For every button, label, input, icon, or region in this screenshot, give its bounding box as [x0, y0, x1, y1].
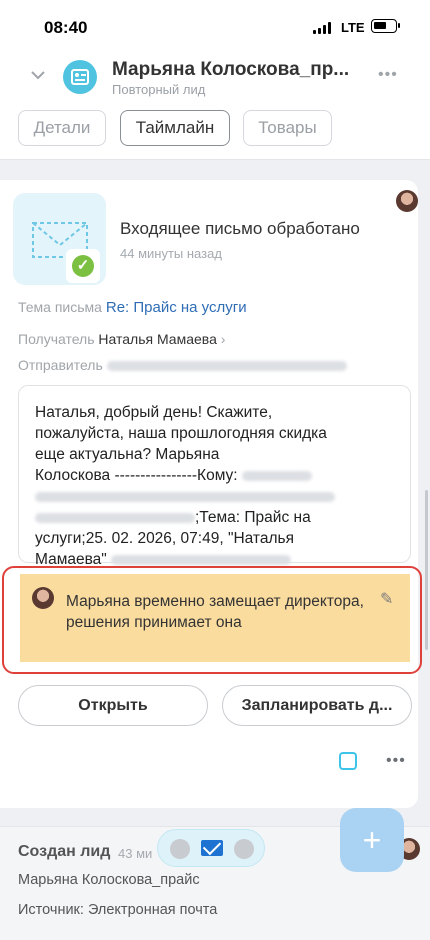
sender-label: Отправитель	[18, 357, 103, 373]
lead-created-time: 43 ми	[118, 846, 153, 861]
phone-icon[interactable]	[170, 839, 190, 859]
status-bar: 08:40 LTE	[0, 0, 430, 50]
pencil-icon[interactable]: ✎	[380, 589, 393, 609]
clock: 08:40	[44, 18, 88, 37]
chat-icon[interactable]	[234, 839, 254, 859]
recipient-link[interactable]: Наталья Мамаева	[98, 331, 216, 347]
subject-row: Тема письма Re: Прайс на услуги	[18, 299, 247, 316]
recipient-row: Получатель Наталья Мамаева ›	[18, 331, 225, 347]
user-avatar[interactable]	[396, 190, 418, 212]
tab-details[interactable]: Детали	[18, 110, 106, 146]
note-text: Марьяна временно замещает директора, реш…	[66, 593, 364, 631]
chevron-right-icon: ›	[220, 331, 226, 347]
recipient-label: Получатель	[18, 331, 95, 347]
signal-icon	[313, 22, 333, 34]
page-subtitle: Повторный лид	[112, 82, 206, 97]
lead-created-title: Создан лид	[18, 843, 111, 860]
add-button[interactable]: +	[340, 808, 404, 872]
sender-row: Отправитель	[18, 357, 347, 373]
message-body: Наталья, добрый день! Скажите, пожалуйст…	[18, 385, 411, 568]
tab-products[interactable]: Товары	[243, 110, 332, 146]
subject-link[interactable]: Re: Прайс на услуги	[106, 299, 247, 316]
lead-source-line: Источник: Электронная почта	[18, 902, 218, 918]
card-more-icon[interactable]: •••	[386, 752, 406, 770]
lead-name-line: Марьяна Колоскова_прайс	[18, 872, 200, 888]
battery-icon	[371, 19, 400, 33]
lead-avatar-icon	[63, 60, 97, 94]
open-button[interactable]: Открыть	[18, 685, 208, 726]
check-icon: ✓	[66, 249, 100, 283]
note-author-avatar	[32, 587, 54, 609]
chevron-down-icon[interactable]	[31, 68, 45, 82]
tab-timeline[interactable]: Таймлайн	[120, 110, 230, 146]
sticky-note-icon[interactable]	[339, 752, 357, 770]
mail-icon[interactable]	[201, 840, 223, 856]
page-title: Марьяна Колоскова_пр...	[112, 59, 350, 80]
sender-redacted	[106, 361, 347, 372]
communication-bar	[157, 829, 265, 867]
event-title: Входящее письмо обработано	[120, 219, 360, 238]
event-time: 44 минуты назад	[120, 246, 222, 261]
schedule-button[interactable]: Запланировать д...	[222, 685, 412, 726]
network-label: LTE	[341, 20, 365, 35]
scrollbar[interactable]	[425, 490, 428, 650]
subject-label: Тема письма	[18, 299, 102, 315]
more-menu-icon[interactable]: •••	[378, 66, 398, 84]
